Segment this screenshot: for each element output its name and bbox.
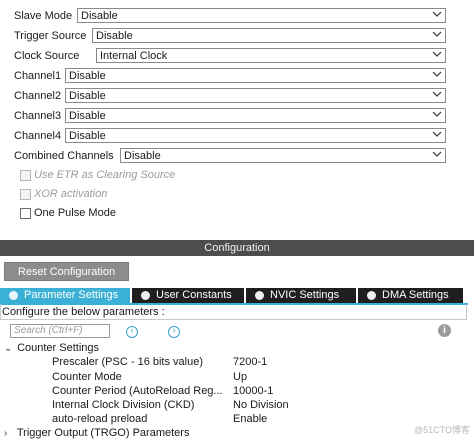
gear-icon [367,291,376,300]
chevron-down-icon [432,51,442,57]
trigger-output-group[interactable]: › Trigger Output (TRGO) Parameters [4,427,189,439]
chevron-down-icon [432,31,442,37]
chevron-down-icon [432,151,442,157]
chevron-down-icon: ⌄ [4,343,13,354]
channel2-select[interactable]: Disable [65,88,446,103]
tab-label: NVIC Settings [270,289,340,301]
combined-channels-select[interactable]: Disable [120,148,446,163]
one-pulse-mode-label[interactable]: One Pulse Mode [34,207,116,219]
trigger-source-row: Trigger Source Disable [0,27,474,47]
channel4-select[interactable]: Disable [65,128,446,143]
param-value[interactable]: Enable [233,413,267,425]
group-title: Counter Settings [17,342,99,354]
gear-icon [141,291,150,300]
channel2-label: Channel2 [14,90,62,102]
trigger-source-value: Disable [96,30,133,42]
group-title: Trigger Output (TRGO) Parameters [16,427,190,439]
param-value[interactable]: 7200-1 [233,356,267,368]
config-tabs: Parameter Settings User Constants NVIC S… [0,288,468,304]
trigger-source-select[interactable]: Disable [92,28,446,43]
channel1-value: Disable [69,70,106,82]
use-etr-checkbox-row: Use ETR as Clearing Source [18,167,318,185]
channel4-value: Disable [69,130,106,142]
chevron-down-icon [432,71,442,77]
tab-dma-settings[interactable]: DMA Settings [358,288,463,303]
xor-activation-checkbox [20,189,31,200]
search-next-button[interactable]: › [168,325,180,338]
use-etr-label: Use ETR as Clearing Source [34,169,176,181]
gear-icon [255,291,264,300]
clock-source-label: Clock Source [14,50,80,62]
tab-label: Parameter Settings [24,289,119,301]
channel2-row: Channel2 Disable [0,87,474,107]
clock-source-select[interactable]: Internal Clock [96,48,446,63]
watermark: @51CTO博客 [414,425,470,435]
slave-mode-row: Slave Mode Disable [0,7,474,27]
tab-label: User Constants [156,289,232,301]
combined-channels-value: Disable [124,150,161,162]
channel4-row: Channel4 Disable [0,127,474,147]
configure-instructions: Configure the below parameters : [2,306,165,318]
channel4-label: Channel4 [14,130,62,142]
slave-mode-select[interactable]: Disable [77,8,446,23]
param-value[interactable]: No Division [233,399,289,411]
channel3-value: Disable [69,110,106,122]
clock-source-value: Internal Clock [100,50,168,62]
combined-channels-row: Combined Channels Disable [0,147,474,167]
param-name: auto-reload preload [52,413,148,425]
chevron-left-icon: ‹ [130,325,134,335]
search-input[interactable]: Search (Ctrl+F) [10,324,110,338]
tab-parameter-settings[interactable]: Parameter Settings [0,288,130,303]
reset-configuration-button[interactable]: Reset Configuration [4,262,129,281]
param-name: Counter Mode [52,371,122,383]
chevron-down-icon [432,111,442,117]
chevron-down-icon [432,91,442,97]
param-name: Internal Clock Division (CKD) [52,399,195,411]
tab-label: DMA Settings [382,289,449,301]
slave-mode-value: Disable [81,10,118,22]
clock-source-row: Clock Source Internal Clock [0,47,474,67]
channel3-label: Channel3 [14,110,62,122]
channel1-row: Channel1 Disable [0,67,474,87]
chevron-down-icon [432,11,442,17]
chevron-right-icon: › [172,325,176,335]
channel2-value: Disable [69,90,106,102]
channel3-select[interactable]: Disable [65,108,446,123]
one-pulse-mode-checkbox[interactable] [20,208,31,219]
info-icon[interactable]: i [438,324,451,337]
param-value[interactable]: 10000-1 [233,385,273,397]
use-etr-checkbox [20,170,31,181]
combined-channels-label: Combined Channels [14,150,114,162]
tab-nvic-settings[interactable]: NVIC Settings [246,288,356,303]
xor-activation-checkbox-row: XOR activation [18,186,318,204]
search-placeholder: Search (Ctrl+F) [14,325,83,336]
chevron-down-icon [432,131,442,137]
channel3-row: Channel3 Disable [0,107,474,127]
counter-settings-group[interactable]: ⌄ Counter Settings [4,342,99,354]
slave-mode-label: Slave Mode [14,10,73,22]
chevron-right-icon: › [4,428,8,439]
channel1-select[interactable]: Disable [65,68,446,83]
param-name: Counter Period (AutoReload Reg... [52,385,223,397]
search-prev-button[interactable]: ‹ [126,325,138,338]
param-name: Prescaler (PSC - 16 bits value) [52,356,203,368]
channel1-label: Channel1 [14,70,62,82]
tab-user-constants[interactable]: User Constants [132,288,244,303]
xor-activation-label: XOR activation [34,188,108,200]
param-value[interactable]: Up [233,371,247,383]
one-pulse-mode-checkbox-row[interactable]: One Pulse Mode [18,205,318,223]
trigger-source-label: Trigger Source [14,30,87,42]
gear-icon [9,291,18,300]
configuration-header: Configuration [0,240,474,256]
